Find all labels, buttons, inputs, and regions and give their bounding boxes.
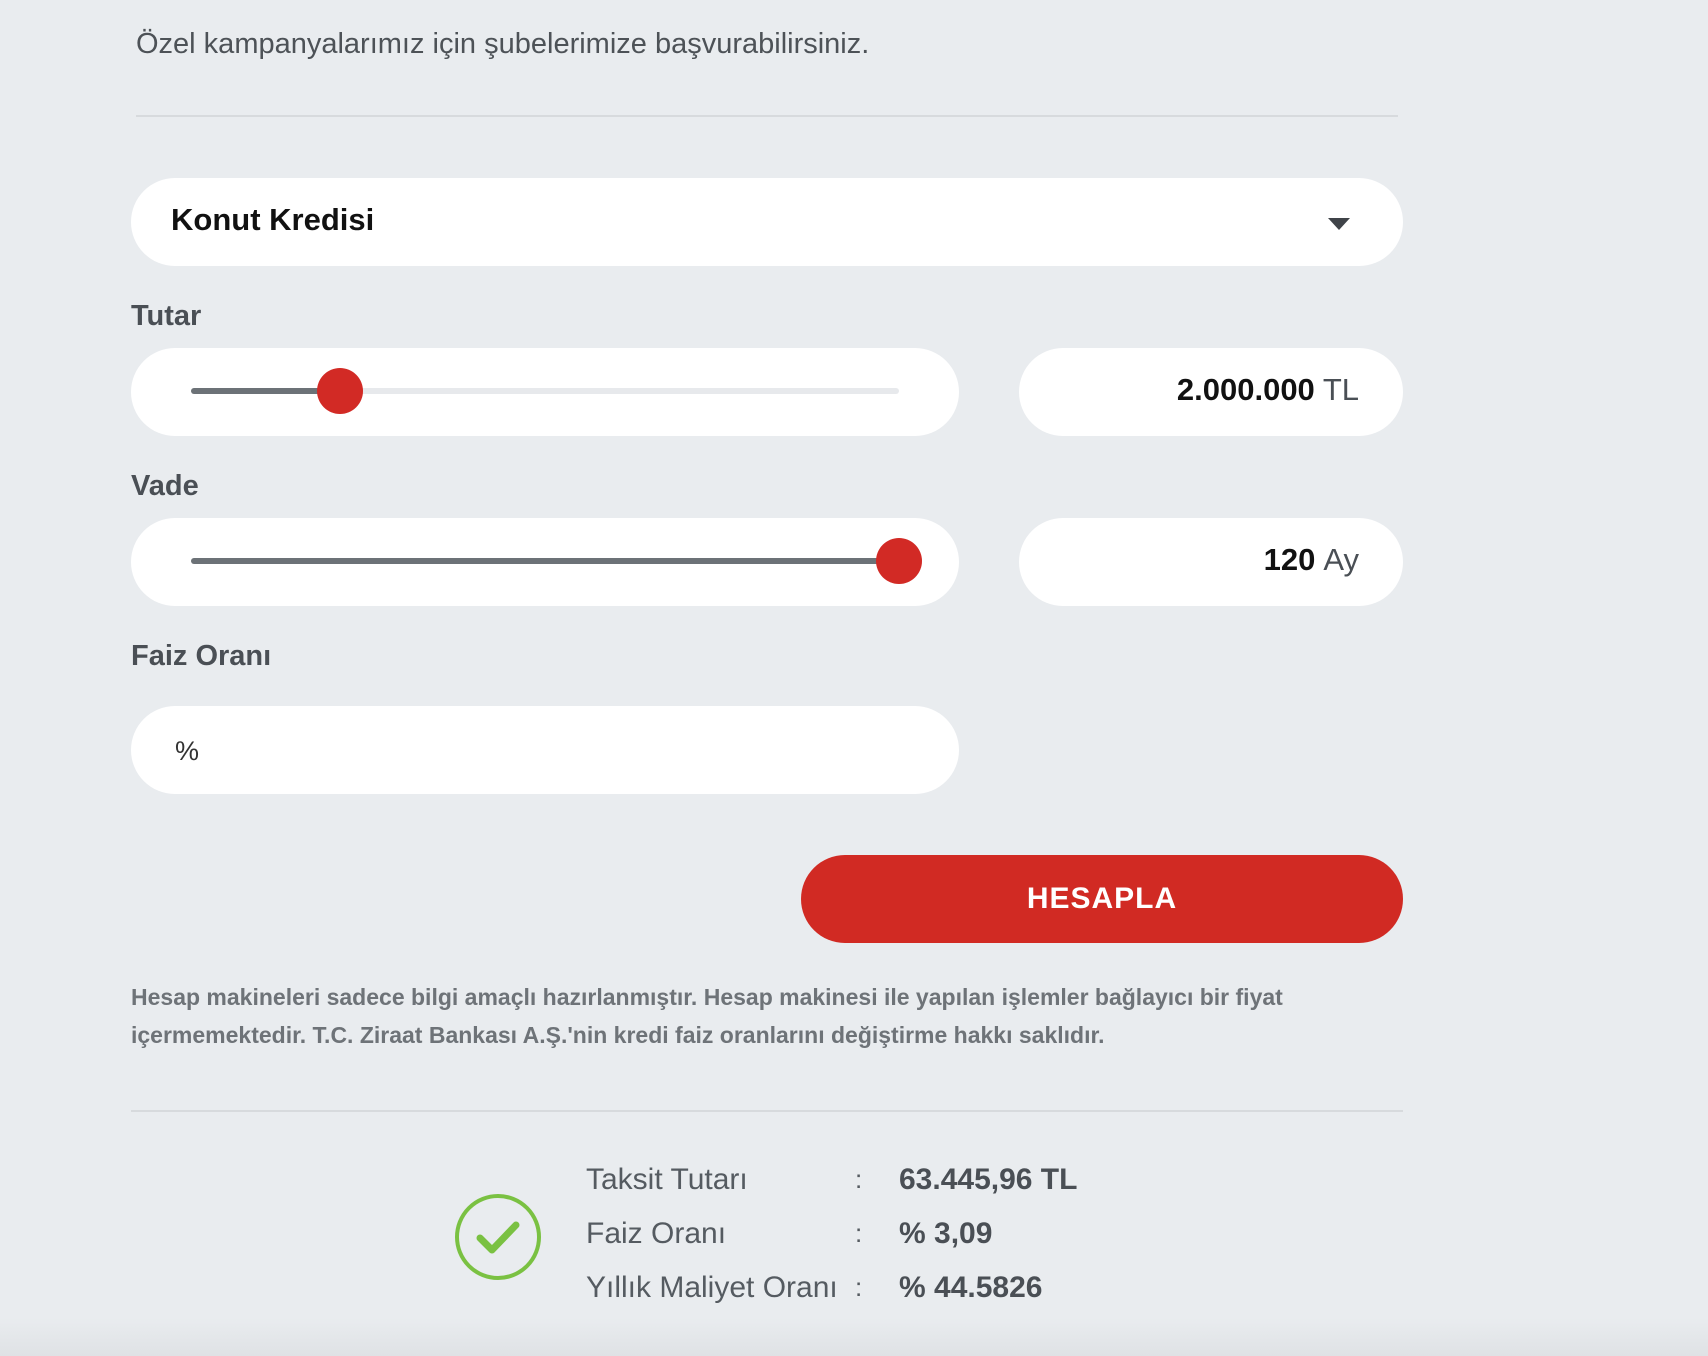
calculate-button[interactable]: HESAPLA [801, 855, 1403, 943]
loan-type-selected: Konut Kredisi [171, 202, 375, 237]
amount-slider-track[interactable] [191, 368, 899, 414]
term-slider[interactable] [131, 518, 959, 606]
term-slider-track[interactable] [191, 538, 922, 584]
term-value: 120 [1263, 542, 1316, 577]
installment-separator: : [855, 1164, 863, 1194]
term-slider-thumb[interactable] [876, 538, 922, 584]
amount-slider[interactable] [131, 348, 959, 436]
amount-value: 2.000.000 [1176, 372, 1315, 407]
term-field[interactable]: 120 Ay [1019, 518, 1403, 606]
loan-type-select[interactable]: Konut Kredisi [131, 178, 1403, 266]
term-label: Vade [131, 470, 199, 502]
annual-cost-label: Yıllık Maliyet Oranı [586, 1271, 838, 1304]
intro-text: Özel kampanyalarımız için şubelerimize b… [136, 28, 870, 60]
chevron-down-icon[interactable] [1328, 218, 1350, 230]
amount-slider-thumb[interactable] [316, 368, 363, 414]
interest-prefix: % [175, 736, 200, 766]
result-divider [131, 1110, 1403, 1112]
interest-input[interactable]: % [131, 706, 959, 794]
check-mark-icon [476, 1221, 520, 1254]
top-divider [136, 115, 1398, 117]
disclaimer-text: Hesap makineleri sadece bilgi amaçlı haz… [131, 984, 1283, 1048]
amount-field[interactable]: 2.000.000 TL [1019, 348, 1403, 436]
term-unit: Ay [1323, 542, 1359, 577]
interest-label: Faiz Oranı [131, 640, 272, 672]
result-rate-separator: : [855, 1218, 863, 1248]
result-rate-value: % 3,09 [899, 1217, 993, 1250]
installment-label: Taksit Tutarı [586, 1163, 748, 1196]
amount-label: Tutar [131, 300, 202, 332]
check-circle-icon [455, 1194, 541, 1280]
result-rate-label: Faiz Oranı [586, 1217, 727, 1250]
bottom-shadow [0, 1318, 1708, 1356]
annual-cost-value: % 44.5826 [899, 1271, 1043, 1304]
term-slider-fill [191, 558, 899, 564]
annual-cost-separator: : [855, 1272, 863, 1302]
installment-value: 63.445,96 TL [899, 1163, 1078, 1196]
amount-unit: TL [1322, 372, 1359, 407]
